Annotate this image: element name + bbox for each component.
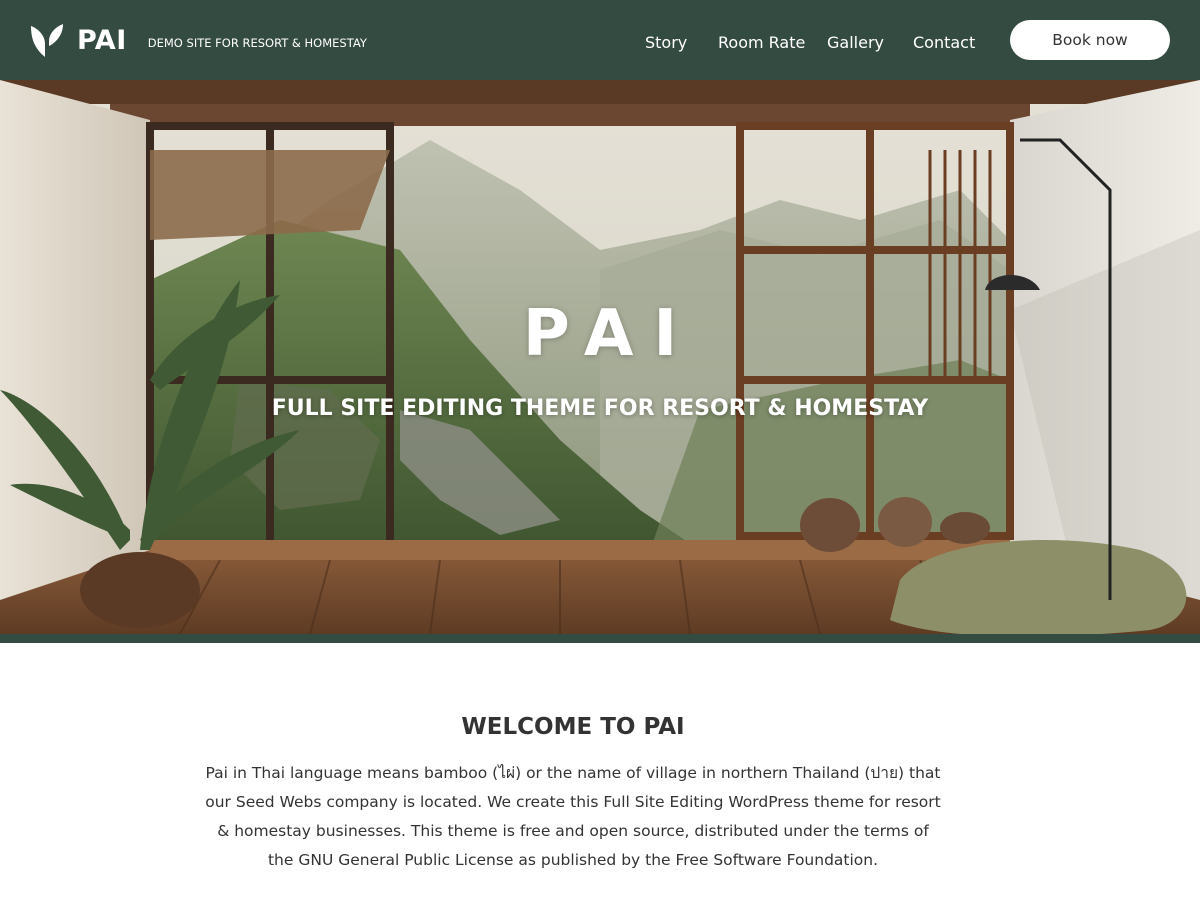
site-header: PAI DEMO SITE FOR RESORT & HOMESTAY Stor… xyxy=(0,0,1200,80)
hero-banner: PAI FULL SITE EDITING THEME FOR RESORT &… xyxy=(0,80,1200,634)
welcome-paragraph: Pai in Thai language means bamboo (ไผ่) … xyxy=(205,763,941,869)
hero-subtitle: FULL SITE EDITING THEME FOR RESORT & HOM… xyxy=(271,396,929,421)
nav-gallery[interactable]: Gallery xyxy=(827,33,884,52)
bamboo-leaf-logo-icon xyxy=(31,24,63,57)
book-now-button[interactable]: Book now xyxy=(1010,20,1170,60)
nav-room-rate[interactable]: Room Rate xyxy=(718,33,805,52)
hero-title: PAI xyxy=(522,297,698,371)
hero-bottom-divider xyxy=(0,634,1200,643)
nav-story[interactable]: Story xyxy=(645,33,687,52)
nav-contact[interactable]: Contact xyxy=(913,33,975,52)
welcome-heading: WELCOME TO PAI xyxy=(461,714,685,741)
brand-name: PAI xyxy=(77,25,127,56)
brand-tagline: DEMO SITE FOR RESORT & HOMESTAY xyxy=(147,36,367,50)
brand[interactable]: PAI DEMO SITE FOR RESORT & HOMESTAY xyxy=(30,24,367,58)
